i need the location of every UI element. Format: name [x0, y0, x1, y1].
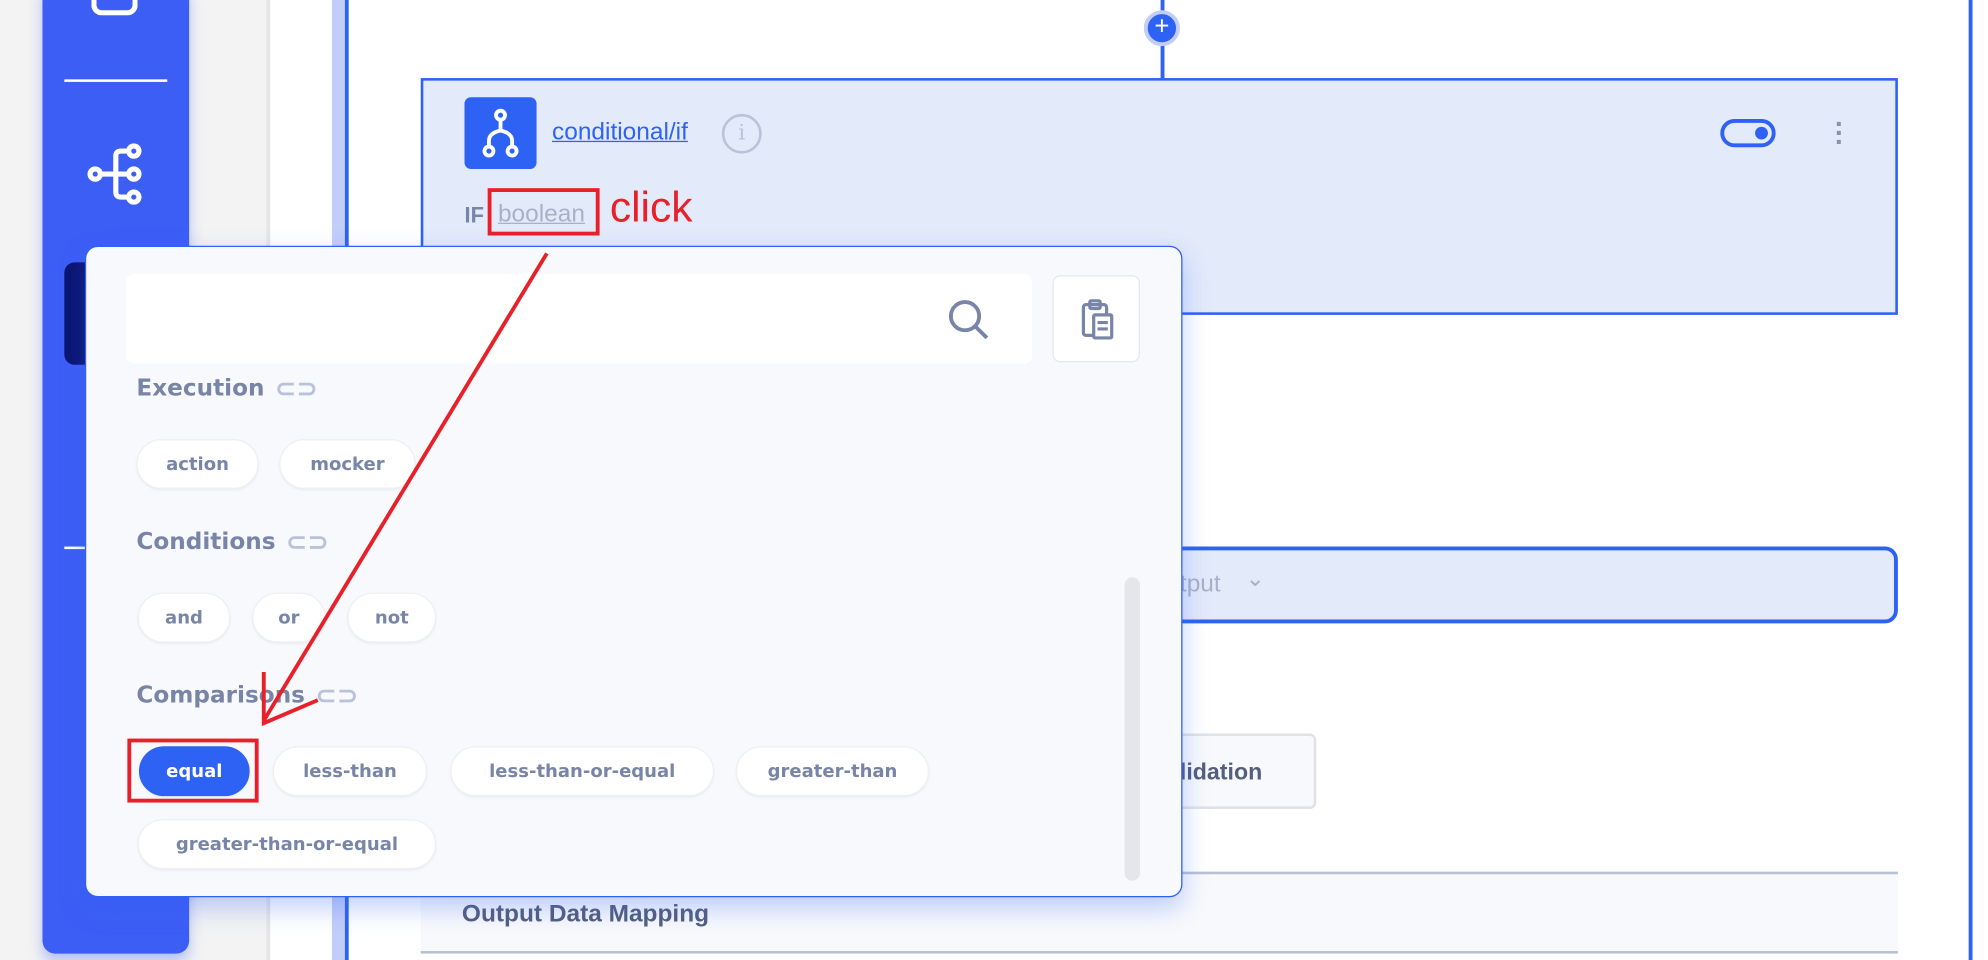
- annotation-arrow: [261, 252, 549, 727]
